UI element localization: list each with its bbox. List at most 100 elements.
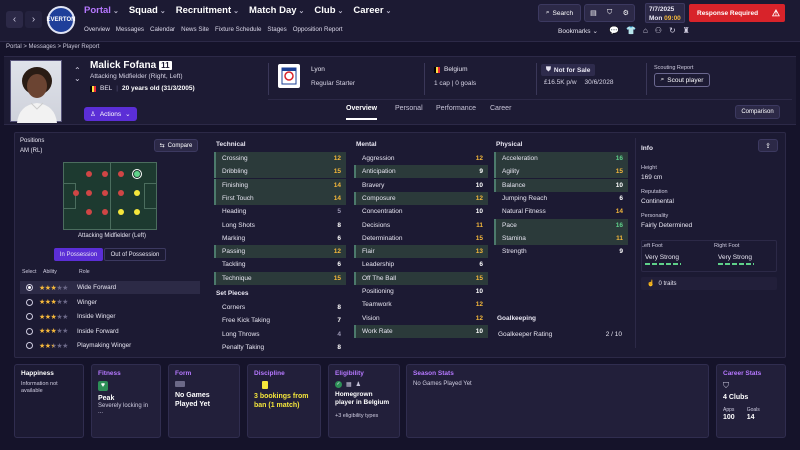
player-switcher[interactable]: ⌃ ⌄: [74, 67, 81, 83]
shirt-icon[interactable]: 👕: [626, 26, 636, 35]
attribute-row[interactable]: Decisions 11: [354, 219, 488, 232]
forward-button[interactable]: ›: [25, 11, 42, 28]
happiness-card[interactable]: Happiness Information not available: [14, 364, 84, 438]
attribute-row[interactable]: Strength 9: [494, 245, 628, 258]
discipline-card[interactable]: Discipline 3 bookings from ban (1 match): [247, 364, 321, 438]
attribute-row[interactable]: Composure 12: [354, 191, 488, 205]
sync-icon[interactable]: ↻: [669, 26, 676, 35]
attribute-row[interactable]: Corners 8: [214, 301, 346, 314]
attribute-row[interactable]: Marking 6: [214, 232, 346, 245]
breadcrumb-portal[interactable]: Portal: [6, 44, 22, 50]
out-of-possession-toggle[interactable]: Out of Possession: [104, 248, 166, 261]
nav-career[interactable]: Career ⌄: [353, 5, 391, 16]
attribute-row[interactable]: Agility 15: [494, 165, 628, 179]
attribute-row[interactable]: Anticipation 9: [354, 165, 488, 179]
comparison-button[interactable]: Comparison: [735, 105, 780, 119]
back-button[interactable]: ‹: [6, 11, 23, 28]
attribute-row[interactable]: Dribbling 15: [214, 165, 346, 179]
nav-squad[interactable]: Squad ⌄: [129, 5, 166, 16]
career-stats-card[interactable]: Career Stats ⛉ 4 Clubs Apps 100 Goals 14: [716, 364, 786, 438]
response-required-button[interactable]: Response Required ⚠: [689, 4, 785, 22]
fitness-card[interactable]: Fitness ♥ Peak Severely locking in ...: [91, 364, 161, 438]
role-row[interactable]: ★★★★★ Inside Forward: [20, 325, 200, 338]
role-row[interactable]: ★★★★★ Playmaking Winger: [20, 339, 200, 352]
club-name[interactable]: Lyon: [311, 66, 325, 73]
tab-career[interactable]: Career: [490, 105, 511, 120]
attribute-row[interactable]: Bravery 10: [354, 179, 488, 192]
form-card[interactable]: Form No Games Played Yet: [168, 364, 240, 438]
attribute-row[interactable]: Work Rate 10: [354, 324, 488, 338]
gear-icon[interactable]: ⚙: [623, 9, 629, 17]
season-stats-card[interactable]: Season Stats No Games Played Yet: [406, 364, 709, 438]
breadcrumb-messages[interactable]: Messages: [29, 44, 56, 50]
traits-row[interactable]: ☝ 0 traits: [641, 277, 777, 290]
subnav-messages[interactable]: Messages: [116, 26, 144, 33]
attribute-row[interactable]: Technique 15: [214, 271, 346, 285]
tab-overview[interactable]: Overview: [346, 105, 378, 120]
people-icon[interactable]: ⚇: [655, 26, 662, 35]
trophy-icon[interactable]: ♜: [683, 26, 690, 35]
attribute-row[interactable]: Jumping Reach 6: [494, 192, 628, 205]
shield-icon[interactable]: ⛉: [607, 9, 612, 17]
role-row[interactable]: ★★★★★ Winger: [20, 296, 200, 309]
search-button[interactable]: ⌕ Search: [538, 4, 581, 22]
attribute-row[interactable]: First Touch 14: [214, 191, 346, 205]
attribute-row[interactable]: Stamina 11: [494, 231, 628, 245]
role-radio[interactable]: [26, 327, 33, 335]
attribute-row[interactable]: Heading 5: [214, 205, 346, 218]
nav-portal[interactable]: Portal ⌄: [84, 5, 119, 16]
attribute-row[interactable]: Positioning 10: [354, 285, 488, 298]
attribute-row[interactable]: Long Throws 4: [214, 328, 346, 341]
nav-club[interactable]: Club ⌄: [314, 5, 343, 16]
chevron-down-icon[interactable]: ⌄: [74, 75, 81, 83]
eligibility-card[interactable]: Eligibility ✓ ▦ ♟ Homegrown player in Be…: [328, 364, 400, 438]
bookmarks-dropdown[interactable]: Bookmarks ⌄: [558, 27, 598, 36]
attribute-row[interactable]: Free Kick Taking 7: [214, 314, 346, 327]
bank-icon[interactable]: ⌂: [643, 26, 648, 35]
tab-personal[interactable]: Personal: [395, 105, 423, 120]
nav-match-day[interactable]: Match Day ⌄: [249, 5, 304, 16]
role-radio[interactable]: [26, 342, 33, 349]
info-upload-button[interactable]: ⇪: [758, 139, 778, 152]
attribute-row[interactable]: Pace 16: [494, 218, 628, 232]
attribute-row[interactable]: Leadership 6: [354, 258, 488, 271]
subnav-fixture-schedule[interactable]: Fixture Schedule: [215, 26, 261, 33]
subnav-calendar[interactable]: Calendar: [150, 26, 175, 33]
attribute-row[interactable]: Vision 12: [354, 312, 488, 325]
attribute-row[interactable]: Tackling 6: [214, 258, 346, 271]
attribute-row[interactable]: Acceleration 16: [494, 152, 628, 165]
nav-recruitment[interactable]: Recruitment ⌄: [176, 5, 239, 16]
attribute-row[interactable]: Teamwork 12: [354, 298, 488, 311]
attribute-row[interactable]: Finishing 14: [214, 178, 346, 192]
role-row[interactable]: ★★★★★ Wide Forward: [20, 281, 200, 294]
subnav-opposition-report[interactable]: Opposition Report: [293, 26, 343, 33]
chat-icon[interactable]: 💬: [609, 26, 619, 35]
attribute-row[interactable]: Natural Fitness 14: [494, 205, 628, 218]
attribute-row[interactable]: Determination 15: [354, 232, 488, 245]
actions-button[interactable]: ♙ Actions ⌄: [84, 107, 137, 121]
attribute-row[interactable]: Off The Ball 15: [354, 271, 488, 285]
compare-button[interactable]: ⇆ Compare: [154, 139, 198, 152]
transfer-status-badge[interactable]: ⛊ Not for Sale: [541, 64, 596, 76]
nation-info[interactable]: Belgium: [434, 66, 467, 73]
attribute-row[interactable]: Concentration 10: [354, 205, 488, 218]
club-logo-icon[interactable]: [278, 64, 300, 88]
attribute-row[interactable]: Penalty Taking 8: [214, 341, 346, 354]
in-possession-toggle[interactable]: In Possession: [54, 248, 103, 261]
attribute-row[interactable]: Passing 12: [214, 245, 346, 259]
subnav-news-site[interactable]: News Site: [181, 26, 209, 33]
subnav-overview[interactable]: Overview: [84, 26, 110, 33]
attribute-row[interactable]: Aggression 12: [354, 152, 488, 165]
attribute-row[interactable]: Crossing 12: [214, 152, 346, 165]
role-radio[interactable]: [26, 313, 33, 320]
scout-player-button[interactable]: ⌕ Scout player: [654, 73, 710, 87]
role-radio[interactable]: [26, 284, 33, 291]
role-radio[interactable]: [26, 298, 33, 306]
date-display[interactable]: 7/7/2025 Mon 09:00: [645, 3, 685, 23]
role-row[interactable]: ★★★★★ Inside Winger: [20, 310, 200, 323]
attribute-row[interactable]: Balance 10: [494, 178, 628, 192]
subnav-stages[interactable]: Stages: [267, 26, 286, 33]
clipboard-icon[interactable]: ▤: [590, 9, 597, 17]
attribute-row[interactable]: Flair 13: [354, 245, 488, 259]
club-badge-icon[interactable]: EVERTON: [47, 6, 75, 34]
